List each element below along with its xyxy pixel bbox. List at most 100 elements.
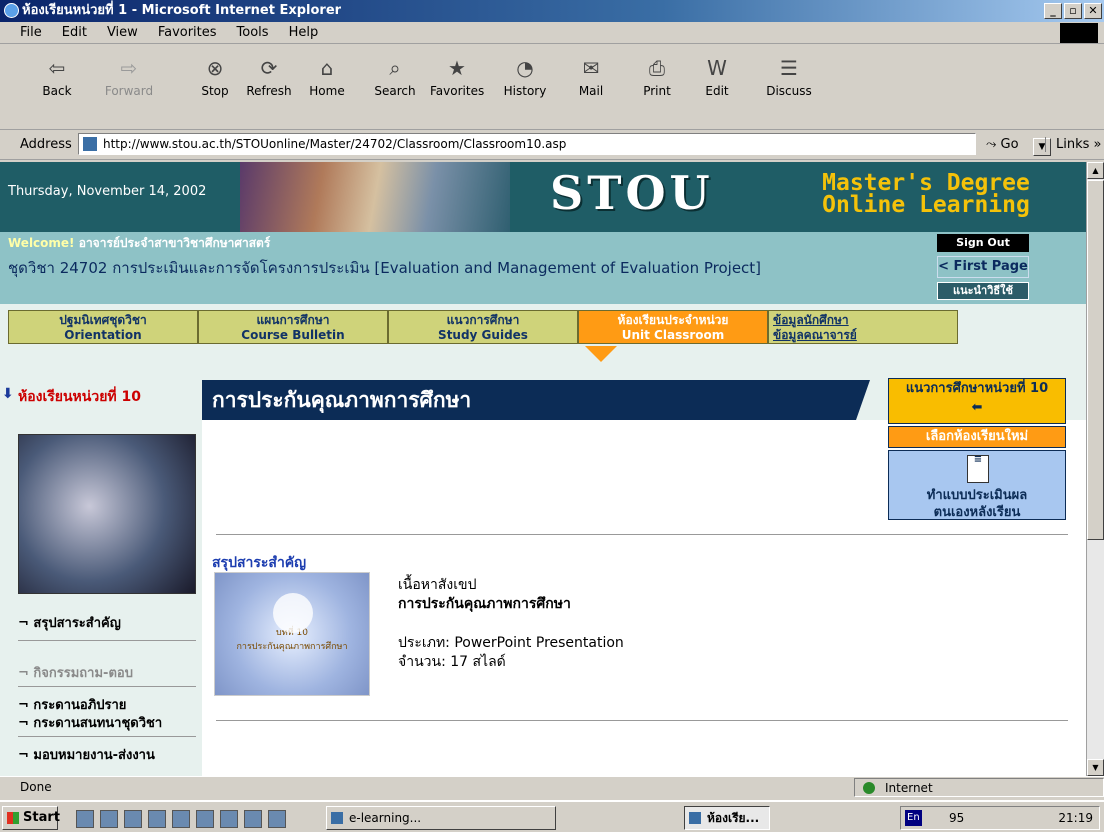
page-content: Thursday, November 14, 2002 STOU Master'… <box>0 162 1086 776</box>
sign-out-button[interactable]: Sign Out <box>937 234 1029 252</box>
maximize-button[interactable]: ▫ <box>1064 3 1082 19</box>
history-icon: ◔ <box>516 56 534 80</box>
stop-icon: ⊗ <box>206 56 224 80</box>
menu-tools[interactable]: Tools <box>237 25 269 40</box>
nav-study-guides[interactable]: แนวการศึกษา Study Guides <box>388 310 578 344</box>
edit-button[interactable]: W Edit <box>690 50 744 122</box>
close-button[interactable]: ✕ <box>1084 3 1102 19</box>
discuss-icon: ☰ <box>780 56 798 80</box>
header-date: Thursday, November 14, 2002 <box>8 184 207 199</box>
quicklaunch-icon[interactable] <box>268 810 286 828</box>
quicklaunch-icon[interactable] <box>76 810 94 828</box>
menu-favorites[interactable]: Favorites <box>158 25 217 40</box>
sidebar-item-summary[interactable]: ¬ สรุปสาระสำคัญ <box>18 612 121 633</box>
stou-logo: STOU <box>550 166 714 220</box>
unit-photo <box>18 434 196 594</box>
back-button[interactable]: ⇦ Back <box>30 50 84 122</box>
address-label: Address <box>20 137 72 152</box>
taskbar-item-classroom[interactable]: ห้องเรีย... <box>684 806 770 830</box>
scroll-up-button[interactable]: ▲ <box>1087 162 1104 179</box>
status-text: Done <box>20 780 52 794</box>
mail-button[interactable]: ✉ Mail <box>564 50 618 122</box>
language-indicator[interactable]: En <box>905 810 922 826</box>
taskbar-item-elearning[interactable]: e-learning... <box>326 806 556 830</box>
quicklaunch-excel-icon[interactable] <box>196 810 214 828</box>
menu-bar: File Edit View Favorites Tools Help <box>0 22 1104 44</box>
favorites-icon: ★ <box>448 56 466 80</box>
how-to-button[interactable]: แนะนำวิธีใช้ <box>937 282 1029 300</box>
search-button[interactable]: ⌕ Search <box>368 50 422 122</box>
print-button[interactable]: ⎙ Print <box>630 50 684 122</box>
welcome-text: Welcome! อาจารย์ประจำสาขาวิชาศึกษาศาสตร์ <box>8 236 271 250</box>
first-page-button[interactable]: < First Page <box>937 256 1029 278</box>
address-bar: Address http://www.stou.ac.th/STOUonline… <box>0 130 1104 160</box>
forward-button[interactable]: ⇨ Forward <box>102 50 156 122</box>
back-arrow-icon: ⬅ <box>971 400 983 415</box>
status-bar: Done Internet <box>0 776 1104 798</box>
title-bar: ห้องเรียนหน่วยที่ 1 - Microsoft Internet… <box>0 0 1104 22</box>
nav-unit-classroom[interactable]: ห้องเรียนประจำหน่วย Unit Classroom <box>578 310 768 344</box>
links-button[interactable]: Links » <box>1045 137 1102 152</box>
scroll-thumb[interactable] <box>1087 180 1104 540</box>
browser-window: ห้องเรียนหน่วยที่ 1 - Microsoft Internet… <box>0 0 1104 832</box>
favorites-button[interactable]: ★ Favorites <box>430 50 484 122</box>
presentation-info: เนื้อหาสังเขป การประกันคุณภาพการศึกษา ปร… <box>398 576 624 672</box>
search-icon: ⌕ <box>389 56 401 80</box>
toolbar: ⇦ Back ⇨ Forward ⊗ Stop ⟳ Refresh ⌂ Home ⌕ Sea… <box>0 44 1104 130</box>
minimize-button[interactable]: _ <box>1044 3 1062 19</box>
edit-icon: W <box>707 56 727 80</box>
header-books-image <box>240 162 510 232</box>
menu-help[interactable]: Help <box>289 25 319 40</box>
menu-view[interactable]: View <box>107 25 138 40</box>
quicklaunch-icon[interactable] <box>124 810 142 828</box>
vertical-scrollbar[interactable]: ▲ ▼ <box>1086 162 1104 776</box>
self-evaluation-button[interactable]: ≡ ทำแบบประเมินผล ตนเองหลังเรียน <box>888 450 1066 520</box>
address-url: http://www.stou.ac.th/STOUonline/Master/… <box>103 137 567 151</box>
start-button[interactable]: Start <box>2 806 60 830</box>
quicklaunch-icon[interactable] <box>100 810 118 828</box>
nav-orientation[interactable]: ปฐมนิเทศชุดวิชา Orientation <box>8 310 198 344</box>
stop-button[interactable]: ⊗ Stop <box>188 50 242 122</box>
taskbar: Start e-learning... ห้องเรีย... En 95 21… <box>0 800 1104 832</box>
refresh-button[interactable]: ⟳ Refresh <box>242 50 296 122</box>
nav-student-faculty-info[interactable]: ข้อมูลนักศึกษา ข้อมูลคณาจารย์ <box>768 310 958 344</box>
tray-number: 95 <box>949 811 965 825</box>
discuss-button[interactable]: ☰ Discuss <box>762 50 816 122</box>
presentation-thumbnail[interactable]: บทที่ 10 การประกันคุณภาพการศึกษา <box>214 572 370 696</box>
quicklaunch-icon[interactable] <box>244 810 262 828</box>
info-title: การประกันคุณภาพการศึกษา <box>398 596 571 612</box>
choose-classroom-button[interactable]: เลือกห้องเรียนใหม่ <box>888 426 1066 448</box>
home-button[interactable]: ⌂ Home <box>300 50 354 122</box>
menu-edit[interactable]: Edit <box>62 25 87 40</box>
scroll-down-button[interactable]: ▼ <box>1087 759 1104 776</box>
history-button[interactable]: ◔ History <box>498 50 552 122</box>
page-title: การประกันคุณภาพการศึกษา <box>202 380 870 420</box>
info-count: จำนวน: 17 สไลด์ <box>398 654 506 670</box>
study-guide-unit-button[interactable]: แนวการศึกษาหน่วยที่ 10 ⬅ <box>888 378 1066 424</box>
refresh-icon: ⟳ <box>260 56 278 80</box>
address-input[interactable]: http://www.stou.ac.th/STOUonline/Master/… <box>78 133 1051 156</box>
info-label: เนื้อหาสังเขป <box>398 577 477 593</box>
main-nav: ปฐมนิเทศชุดวิชา Orientation แผนการศึกษา Co… <box>8 310 958 346</box>
sidebar-item-chat[interactable]: ¬ กระดานสนทนาชุดวิชา <box>18 712 162 733</box>
mail-icon: ✉ <box>582 56 600 80</box>
document-icon: ≡ <box>967 455 989 483</box>
welcome-bar: Welcome! อาจารย์ประจำสาขาวิชาศึกษาศาสตร์… <box>0 232 1086 304</box>
quicklaunch-icon[interactable] <box>172 810 190 828</box>
left-sidebar: ⬇ ห้องเรียนหน่วยที่ 10 ¬ สรุปสาระสำคัญ ¬ … <box>0 378 202 776</box>
clock: 21:19 <box>1058 811 1093 825</box>
home-icon: ⌂ <box>320 56 334 80</box>
quicklaunch-ie-icon[interactable] <box>148 810 166 828</box>
sidebar-divider <box>18 686 196 687</box>
menu-file[interactable]: File <box>20 25 42 40</box>
window-title: ห้องเรียนหน่วยที่ 1 - Microsoft Internet… <box>22 3 342 18</box>
go-button[interactable]: ⤳ Go <box>986 137 1019 152</box>
course-title: ชุดวิชา 24702 การประเมินและการจัดโครงการ… <box>8 259 762 277</box>
nav-course-bulletin[interactable]: แผนการศึกษา Course Bulletin <box>198 310 388 344</box>
sidebar-item-qa[interactable]: ¬ กิจกรรมถาม-ตอบ <box>18 662 133 683</box>
sidebar-item-assignment[interactable]: ¬ มอบหมายงาน-ส่งงาน <box>18 744 155 765</box>
quicklaunch-word-icon[interactable] <box>220 810 238 828</box>
site-header: Thursday, November 14, 2002 STOU Master'… <box>0 162 1086 232</box>
status-zone: Internet <box>854 778 1104 797</box>
sidebar-divider <box>18 640 196 641</box>
